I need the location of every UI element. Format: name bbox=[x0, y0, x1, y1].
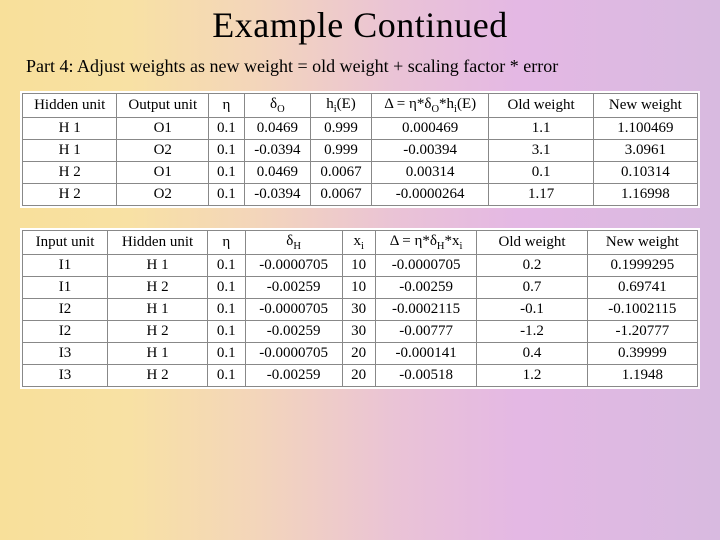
col-input-unit: Input unit bbox=[23, 231, 108, 255]
col-hi-e: hi(E) bbox=[311, 94, 372, 118]
slide-subtitle: Part 4: Adjust weights as new weight = o… bbox=[26, 56, 700, 77]
col-delta-formula: Δ = η*δO*hi(E) bbox=[371, 94, 489, 118]
table-row: H 2 O1 0.1 0.0469 0.0067 0.00314 0.1 0.1… bbox=[23, 162, 698, 184]
slide-title: Example Continued bbox=[20, 4, 700, 46]
col-new-weight: New weight bbox=[593, 94, 697, 118]
col-delta-h: δH bbox=[245, 231, 342, 255]
table-row: I3 H 2 0.1 -0.00259 20 -0.00518 1.2 1.19… bbox=[23, 365, 698, 387]
table-input-hidden: Input unit Hidden unit η δH xi Δ = η*δH*… bbox=[20, 228, 700, 389]
table-row: I1 H 2 0.1 -0.00259 10 -0.00259 0.7 0.69… bbox=[23, 277, 698, 299]
table-row: H 1 O2 0.1 -0.0394 0.999 -0.00394 3.1 3.… bbox=[23, 140, 698, 162]
col-old-weight: Old weight bbox=[477, 231, 587, 255]
col-hidden-unit: Hidden unit bbox=[23, 94, 117, 118]
table-header-row: Input unit Hidden unit η δH xi Δ = η*δH*… bbox=[23, 231, 698, 255]
table-row: H 2 O2 0.1 -0.0394 0.0067 -0.0000264 1.1… bbox=[23, 184, 698, 206]
col-new-weight: New weight bbox=[587, 231, 697, 255]
col-xi: xi bbox=[342, 231, 375, 255]
table-header-row: Hidden unit Output unit η δO hi(E) Δ = η… bbox=[23, 94, 698, 118]
table-row: I3 H 1 0.1 -0.0000705 20 -0.000141 0.4 0… bbox=[23, 343, 698, 365]
table-row: I2 H 2 0.1 -0.00259 30 -0.00777 -1.2 -1.… bbox=[23, 321, 698, 343]
table-row: H 1 O1 0.1 0.0469 0.999 0.000469 1.1 1.1… bbox=[23, 118, 698, 140]
col-hidden-unit: Hidden unit bbox=[108, 231, 208, 255]
table-hidden-output: Hidden unit Output unit η δO hi(E) Δ = η… bbox=[20, 91, 700, 208]
table-row: I2 H 1 0.1 -0.0000705 30 -0.0002115 -0.1… bbox=[23, 299, 698, 321]
col-delta-formula: Δ = η*δH*xi bbox=[375, 231, 477, 255]
col-eta: η bbox=[209, 94, 245, 118]
col-delta-o: δO bbox=[244, 94, 310, 118]
col-old-weight: Old weight bbox=[489, 94, 593, 118]
col-eta: η bbox=[207, 231, 245, 255]
col-output-unit: Output unit bbox=[117, 94, 209, 118]
table-row: I1 H 1 0.1 -0.0000705 10 -0.0000705 0.2 … bbox=[23, 255, 698, 277]
slide: Example Continued Part 4: Adjust weights… bbox=[0, 0, 720, 540]
